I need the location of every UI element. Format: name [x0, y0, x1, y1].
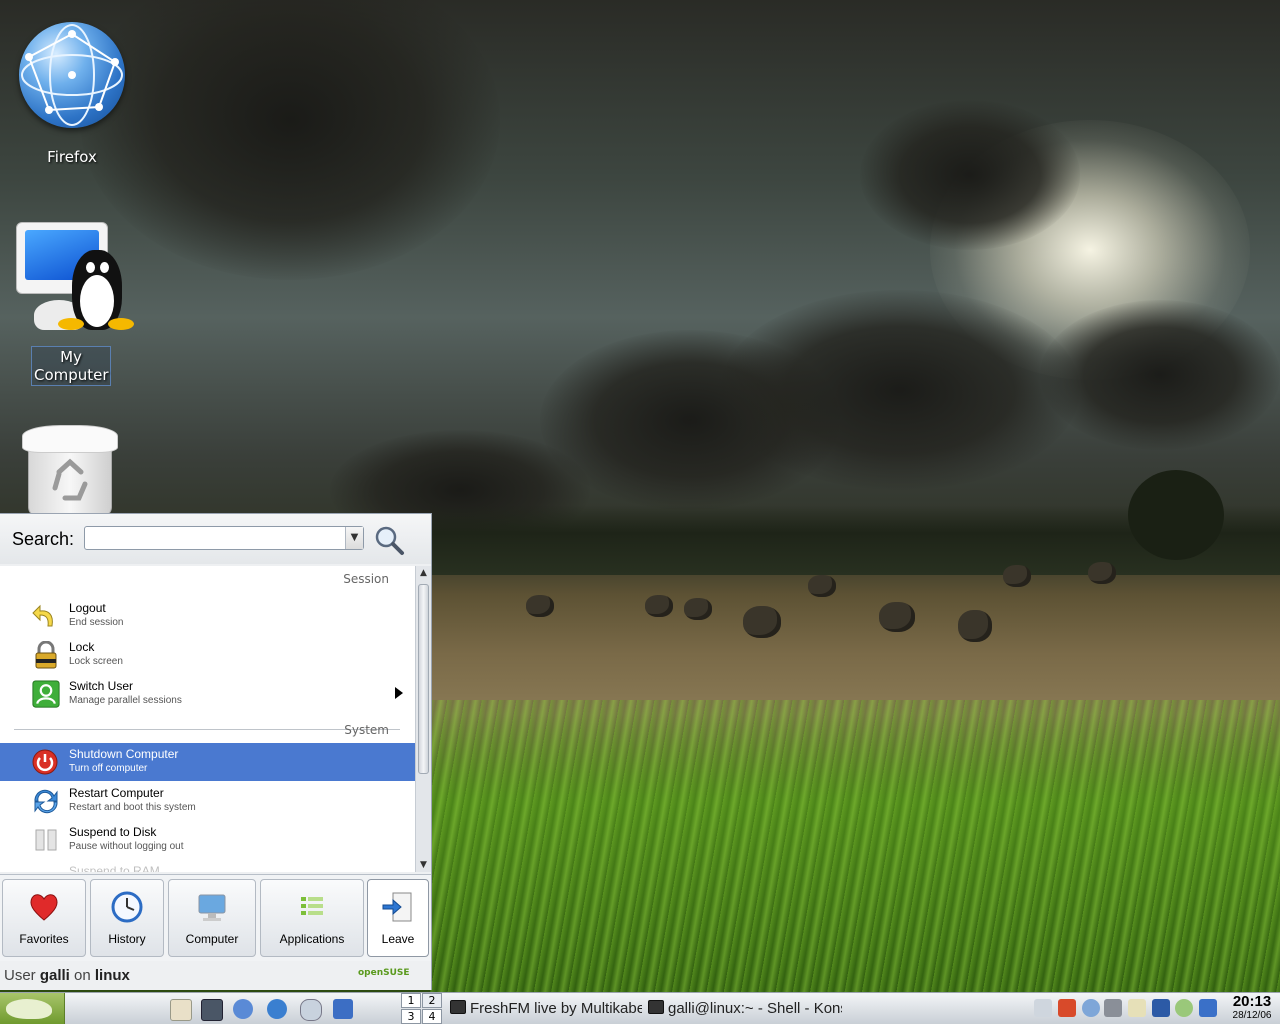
- hay-bale: [645, 595, 673, 617]
- cloud: [80, 0, 500, 280]
- tab-applications[interactable]: Applications: [260, 879, 364, 957]
- clipboard-icon[interactable]: [1128, 999, 1146, 1017]
- konsole-icon: [648, 1000, 664, 1014]
- tree: [1128, 470, 1224, 560]
- heart-icon: [30, 894, 58, 921]
- task-button-konsole[interactable]: galli@linux:~ - Shell - Konsole: [648, 997, 842, 1021]
- terminal-icon[interactable]: [201, 999, 223, 1021]
- desktop-icon-label: My Computer: [31, 346, 111, 386]
- menu-item-shutdown[interactable]: Shutdown Computer Turn off computer: [0, 743, 415, 781]
- clock-time: 20:13: [1232, 993, 1272, 1010]
- section-header-system: System: [344, 723, 389, 737]
- leave-door-icon: [382, 892, 412, 922]
- menu-item-suspend-disk[interactable]: Suspend to Disk Pause without logging ou…: [0, 821, 415, 859]
- desktop-icon-firefox[interactable]: Firefox: [14, 22, 130, 166]
- tab-leave[interactable]: Leave: [367, 879, 429, 957]
- window-icon: [450, 1000, 466, 1014]
- menu-item-switch-user[interactable]: Switch User Manage parallel sessions: [0, 675, 415, 713]
- hay-bale: [808, 575, 836, 597]
- user-footer: User galli on linux openSUSE: [0, 962, 431, 990]
- network-tray-icon[interactable]: [1104, 999, 1122, 1017]
- hay-bale: [684, 598, 712, 620]
- display-icon[interactable]: [1152, 999, 1170, 1017]
- pager-desktop-2[interactable]: 2: [422, 993, 442, 1008]
- clock-icon: [111, 891, 143, 923]
- desktop-icon-label: Firefox: [47, 148, 97, 166]
- list-scrollbar[interactable]: ▲ ▼: [415, 566, 431, 872]
- volume-icon[interactable]: [1034, 999, 1052, 1017]
- clock[interactable]: 20:13 28/12/06: [1226, 994, 1278, 1022]
- hay-bale: [526, 595, 554, 617]
- hay-bale: [1088, 562, 1116, 584]
- section-divider: [14, 729, 400, 730]
- scroll-up-arrow-icon[interactable]: ▲: [416, 566, 431, 580]
- monitor-icon: [198, 894, 226, 921]
- update-notifier-icon[interactable]: [1058, 999, 1076, 1017]
- opensuse-logo: openSUSE: [358, 968, 410, 978]
- hay-bale: [958, 610, 992, 642]
- hay-bale: [743, 606, 781, 638]
- tab-favorites[interactable]: Favorites: [2, 879, 86, 957]
- network-icon[interactable]: [300, 999, 322, 1021]
- task-button-freshfm[interactable]: FreshFM live by Multikabel: [450, 997, 642, 1021]
- kickoff-tab-bar: Favorites History Computer Applications …: [0, 874, 431, 961]
- clock-date: 28/12/06: [1232, 1010, 1272, 1021]
- menu-item-lock[interactable]: Lock Lock screen: [0, 636, 415, 674]
- search-row: Search: ▼: [0, 514, 431, 564]
- hay-bale: [1003, 565, 1031, 587]
- pager-desktop-4[interactable]: 4: [422, 1009, 442, 1024]
- scroll-thumb[interactable]: [418, 584, 429, 774]
- kde-help-icon[interactable]: [233, 999, 253, 1019]
- power-manager-icon[interactable]: [1175, 999, 1193, 1017]
- desktop-icon-trash[interactable]: [22, 425, 118, 517]
- switch-user-icon: [32, 680, 60, 708]
- cloud: [860, 100, 1080, 250]
- power-icon: [32, 749, 58, 775]
- cloud: [1040, 300, 1280, 450]
- scroll-down-arrow-icon[interactable]: ▼: [416, 858, 431, 872]
- menu-item-logout[interactable]: Logout End session: [0, 597, 415, 635]
- home-icon[interactable]: [170, 999, 192, 1021]
- kmenu-launcher-button[interactable]: [0, 993, 65, 1024]
- restart-icon: [34, 789, 58, 814]
- magnifier-icon[interactable]: [373, 524, 405, 556]
- taskbar: 1 2 3 4 FreshFM live by Multikabel galli…: [0, 992, 1280, 1024]
- globe-icon: [19, 22, 125, 128]
- logout-arrow-icon: [32, 604, 53, 627]
- browser-globe-icon[interactable]: [267, 999, 287, 1019]
- klipper-icon[interactable]: [1199, 999, 1217, 1017]
- menu-item-restart[interactable]: Restart Computer Restart and boot this s…: [0, 782, 415, 820]
- grass-foreground: [430, 700, 1280, 992]
- search-input[interactable]: ▼: [84, 526, 364, 550]
- tab-computer[interactable]: Computer: [168, 879, 256, 957]
- tab-history[interactable]: History: [90, 879, 164, 957]
- hay-bale: [879, 602, 915, 632]
- kickoff-menu: Search: ▼ Session Logout End session Loc…: [0, 513, 432, 990]
- section-header-session: Session: [343, 572, 389, 586]
- search-tray-icon[interactable]: [1082, 999, 1100, 1017]
- user-info: User galli on linux: [4, 967, 130, 984]
- menu-item-suspend-ram[interactable]: Suspend to RAM: [0, 860, 415, 872]
- pager-desktop-3[interactable]: 3: [401, 1009, 421, 1024]
- search-history-dropdown[interactable]: ▼: [345, 527, 363, 549]
- applications-list-icon: [301, 897, 323, 915]
- opensuse-gecko-icon: [6, 999, 52, 1019]
- submenu-arrow-icon[interactable]: [395, 687, 403, 699]
- leave-list: Session Logout End session Lock Lock scr…: [0, 566, 415, 872]
- mail-icon[interactable]: [333, 999, 353, 1019]
- search-label: Search:: [12, 529, 75, 549]
- cloud: [720, 290, 1080, 490]
- desktop-pager: 1 2 3 4: [401, 993, 443, 1024]
- padlock-icon: [35, 641, 57, 669]
- suspend-icon: [35, 829, 57, 851]
- pager-desktop-1[interactable]: 1: [401, 993, 421, 1008]
